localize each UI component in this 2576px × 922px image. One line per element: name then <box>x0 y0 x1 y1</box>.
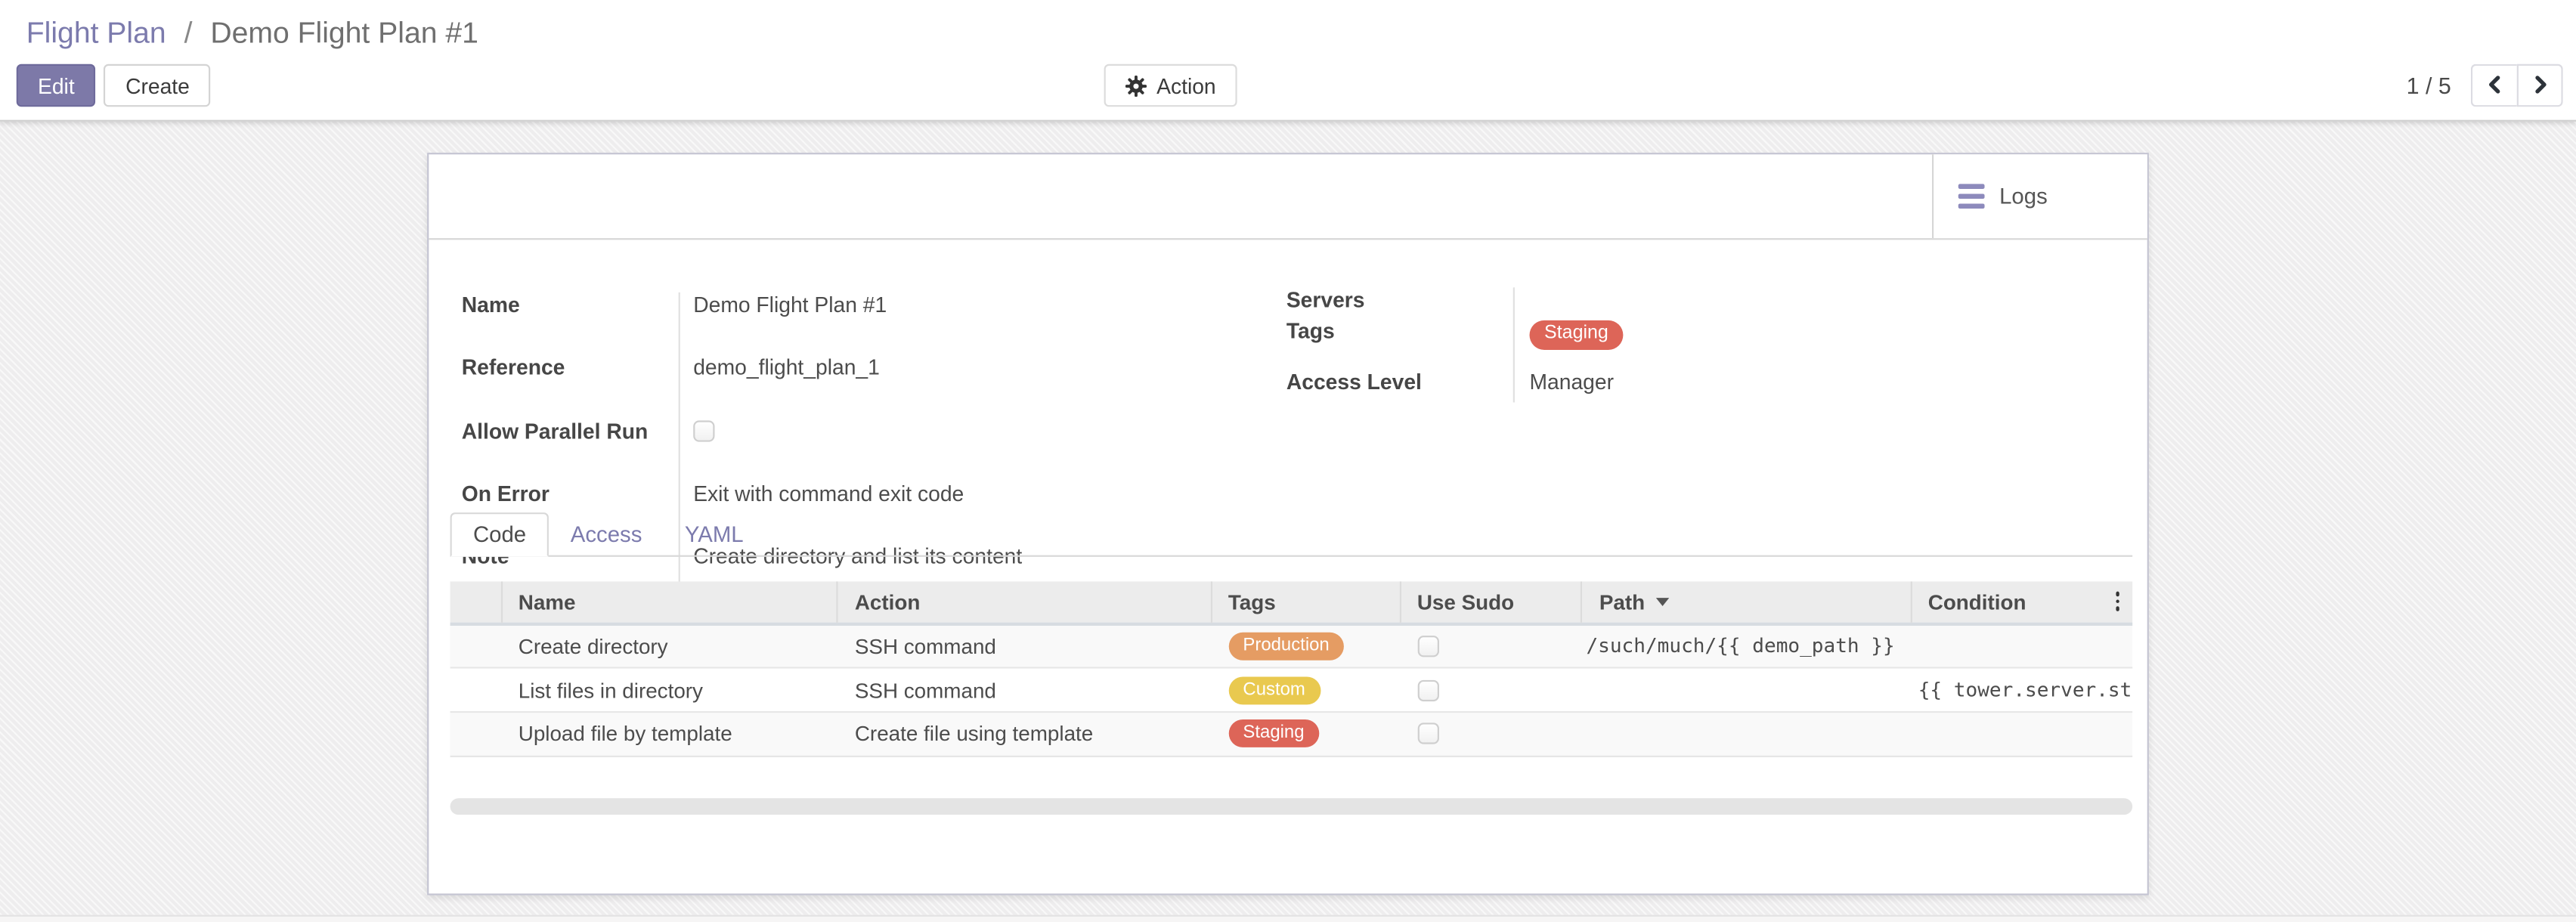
logs-list-icon <box>1958 184 1985 209</box>
column-header-action[interactable]: Action <box>838 581 1212 621</box>
cell-path <box>1583 713 1912 755</box>
form-sheet: Name Demo Flight Plan #1 Reference demo_… <box>429 240 2147 893</box>
tag-badge-staging-row: Staging <box>1228 720 1319 748</box>
bottom-strip <box>0 914 2576 922</box>
app-root: Flight Plan / Demo Flight Plan #1 Edit C… <box>0 0 2576 922</box>
cell-name: List files in directory <box>502 669 838 711</box>
cell-condition <box>1912 625 2132 667</box>
pager-next-button[interactable] <box>2517 64 2563 107</box>
tab-access[interactable]: Access <box>550 512 664 557</box>
allow-parallel-run-checkbox[interactable] <box>693 420 714 441</box>
use-sudo-checkbox[interactable] <box>1417 636 1438 657</box>
breadcrumb-flight-plan-link[interactable]: Flight Plan <box>26 17 166 49</box>
field-allow-parallel-run-label: Allow Parallel Run <box>462 418 679 443</box>
field-reference-label: Reference <box>462 355 679 380</box>
use-sudo-checkbox[interactable] <box>1417 723 1438 744</box>
form-group-right: Servers Tags Staging Access Level Manage… <box>1286 287 1977 402</box>
sort-caret-down-icon <box>1656 598 1669 606</box>
tag-badge-production: Production <box>1228 633 1344 661</box>
card-button-box: Logs <box>429 154 2147 240</box>
label-separator-line <box>1513 287 1515 402</box>
field-tags-label: Tags <box>1286 319 1513 344</box>
cell-use-sudo <box>1401 625 1583 667</box>
commands-table: Name Action Tags Use Sudo Path Condition <box>450 581 2132 756</box>
breadcrumb-separator: / <box>184 17 193 49</box>
tag-badge-staging: Staging <box>1529 320 1623 349</box>
field-name: Name Demo Flight Plan #1 <box>462 292 1152 355</box>
cell-action: SSH command <box>838 625 1212 667</box>
pager-value: 1 / 5 <box>2407 73 2451 99</box>
column-header-condition-label: Condition <box>1928 589 2026 614</box>
field-reference-value: demo_flight_plan_1 <box>679 355 880 380</box>
breadcrumb-current: Demo Flight Plan #1 <box>210 17 478 49</box>
column-header-use-sudo[interactable]: Use Sudo <box>1401 581 1583 621</box>
cell-tags: Staging <box>1212 713 1401 755</box>
field-tags: Tags Staging <box>1286 319 1977 370</box>
column-header-condition[interactable]: Condition <box>1912 581 2132 621</box>
table-header-row: Name Action Tags Use Sudo Path Condition <box>450 581 2132 625</box>
column-handle <box>450 581 502 621</box>
record-card: Logs Name Demo Flight Plan #1 Reference … <box>427 153 2149 895</box>
logs-button[interactable]: Logs <box>1932 154 2147 238</box>
notebook-tabs: Code Access YAML <box>450 512 2132 557</box>
pager: 1 / 5 <box>2407 64 2563 107</box>
tab-yaml[interactable]: YAML <box>664 512 765 557</box>
cell-path <box>1583 669 1912 711</box>
column-header-path-label: Path <box>1599 589 1645 614</box>
create-button[interactable]: Create <box>104 64 211 107</box>
breadcrumb: Flight Plan / Demo Flight Plan #1 <box>26 17 478 51</box>
pager-previous-button[interactable] <box>2471 64 2517 107</box>
cell-action: Create file using template <box>838 713 1212 755</box>
field-access-level: Access Level Manager <box>1286 370 1977 402</box>
cell-condition <box>1912 713 2132 755</box>
field-servers: Servers <box>1286 287 1977 318</box>
cell-action: SSH command <box>838 669 1212 711</box>
column-header-tags[interactable]: Tags <box>1212 581 1401 621</box>
edit-button[interactable]: Edit <box>17 64 96 107</box>
cell-handle <box>450 713 502 755</box>
edit-create-buttons: Edit Create <box>17 64 211 107</box>
tag-badge-custom: Custom <box>1228 676 1321 704</box>
control-panel: Flight Plan / Demo Flight Plan #1 Edit C… <box>0 0 2576 122</box>
form-group-left: Name Demo Flight Plan #1 Reference demo_… <box>462 292 1152 607</box>
cell-tags: Custom <box>1212 669 1401 711</box>
cell-use-sudo <box>1401 669 1583 711</box>
column-header-name[interactable]: Name <box>502 581 838 621</box>
chevron-left-icon <box>2485 73 2503 98</box>
field-on-error-value: Exit with command exit code <box>679 481 964 506</box>
field-access-level-value: Manager <box>1513 370 1614 394</box>
field-name-value: Demo Flight Plan #1 <box>679 292 887 317</box>
cell-handle <box>450 669 502 711</box>
cell-name: Create directory <box>502 625 838 667</box>
action-button[interactable]: Action <box>1104 64 1237 107</box>
table-row-list-files[interactable]: List files in directory SSH command Cust… <box>450 669 2132 713</box>
cell-tags: Production <box>1212 625 1401 667</box>
action-button-label: Action <box>1156 73 1216 98</box>
field-reference: Reference demo_flight_plan_1 <box>462 355 1152 418</box>
optional-columns-icon[interactable] <box>2113 589 2123 614</box>
table-row-create-directory[interactable]: Create directory SSH command Production … <box>450 625 2132 669</box>
table-row-upload-file[interactable]: Upload file by template Create file usin… <box>450 713 2132 756</box>
cell-path: /such/much/{{ demo_path }} <box>1583 625 1912 667</box>
field-name-label: Name <box>462 292 679 317</box>
cell-name: Upload file by template <box>502 713 838 755</box>
logs-button-label: Logs <box>1999 184 2048 209</box>
pager-buttons <box>2471 64 2563 107</box>
cell-condition: {{ tower.server.sta <box>1912 669 2132 711</box>
cell-handle <box>450 625 502 667</box>
horizontal-scrollbar[interactable] <box>450 798 2132 814</box>
field-servers-label: Servers <box>1286 287 1513 312</box>
column-header-path[interactable]: Path <box>1583 581 1912 621</box>
field-on-error-label: On Error <box>462 481 679 506</box>
tab-code[interactable]: Code <box>450 512 550 557</box>
cell-use-sudo <box>1401 713 1583 755</box>
gear-icon <box>1125 75 1147 96</box>
field-access-level-label: Access Level <box>1286 370 1513 394</box>
label-separator-line <box>679 292 680 607</box>
field-tags-value: Staging <box>1513 319 1624 350</box>
field-allow-parallel-run: Allow Parallel Run <box>462 418 1152 481</box>
chevron-right-icon <box>2531 73 2549 98</box>
use-sudo-checkbox[interactable] <box>1417 679 1438 701</box>
